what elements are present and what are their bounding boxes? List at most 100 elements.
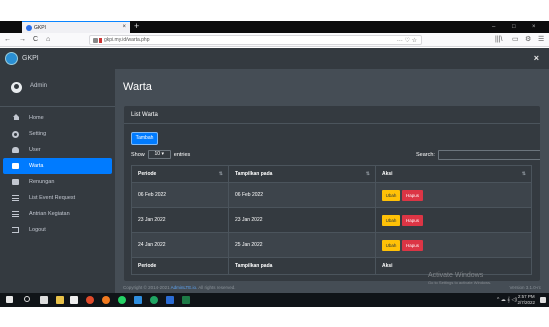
task-view-icon[interactable] (40, 296, 48, 304)
browser-icon[interactable] (102, 296, 110, 304)
cell-periode: 24 Jan 2022 (131, 232, 229, 258)
app-header: GKPI × (0, 48, 549, 69)
new-tab-button[interactable]: + (134, 21, 139, 32)
brand-text[interactable]: GKPI (22, 48, 39, 69)
user-panel: Admin (0, 69, 115, 107)
tab-close-icon[interactable]: × (122, 24, 126, 30)
tracking-shield-icon[interactable] (99, 38, 102, 43)
system-tray[interactable]: ^ ☁ 𝄞 ◁) (497, 293, 517, 307)
footer-link[interactable]: AdminLTE.io. (171, 285, 198, 290)
cell-tampil: 23 Jan 2022 (228, 207, 376, 233)
tab-title: GKPI (34, 24, 46, 31)
delete-button[interactable]: Hapus (402, 214, 423, 226)
sidebar-item-label: Logout (29, 227, 46, 233)
avatar (11, 82, 22, 93)
column-header-tampilkan-pada[interactable]: Tampilkan pada ⇅ (228, 165, 376, 183)
delete-button[interactable]: Hapus (402, 189, 423, 201)
forward-icon[interactable]: → (19, 34, 26, 46)
cell-tampil: 06 Feb 2022 (228, 182, 376, 208)
table-row: 06 Feb 2022 06 Feb 2022 Ubah Hapus (131, 182, 532, 208)
sidebar-item-logout[interactable]: Logout (3, 222, 112, 238)
maximize-icon[interactable]: □ (512, 21, 516, 33)
add-button[interactable]: Tambah (131, 132, 158, 145)
screen: GKPI × + – □ × ← → C ⌂ gkpi.my.id/warta.… (0, 0, 549, 327)
notification-icon[interactable] (540, 297, 546, 303)
footer-header-periode: Periode (131, 257, 229, 275)
extension-icon[interactable]: ⚙ (525, 34, 531, 46)
sidebar-item-warta[interactable]: Warta (3, 158, 112, 174)
file-explorer-icon[interactable] (56, 296, 64, 304)
search-label: Search: (416, 152, 435, 158)
book-icon (12, 179, 19, 185)
edit-button[interactable]: Ubah (382, 214, 400, 226)
search-icon[interactable] (24, 296, 30, 302)
brand-logo-icon[interactable] (5, 52, 18, 65)
whatsapp-icon[interactable] (118, 296, 126, 304)
back-icon[interactable]: ← (4, 34, 11, 46)
cell-aksi: Ubah Hapus (375, 207, 532, 233)
sidebar-item-label: Home (29, 115, 44, 121)
table-header-row: Periode ⇅ Tampilkan pada ⇅ Aksi ⇅ (131, 165, 532, 183)
excel-icon[interactable] (182, 296, 190, 304)
browser-tab[interactable]: GKPI × (22, 21, 130, 33)
chrome-icon[interactable] (150, 296, 158, 304)
delete-button[interactable]: Hapus (402, 239, 423, 251)
menu-icon[interactable]: ☰ (538, 34, 544, 46)
logout-icon (12, 227, 19, 233)
store-icon[interactable] (70, 296, 78, 304)
warta-card: List Warta Tambah Show 10 ▾ entries Sear… (124, 106, 540, 281)
window-close-icon[interactable]: × (532, 21, 536, 33)
url-bar[interactable]: gkpi.my.id/warta.php ··· ♡ ☆ (89, 35, 422, 45)
header-close-icon[interactable]: × (534, 48, 539, 69)
url-actions[interactable]: ··· ♡ ☆ (397, 37, 417, 44)
url-text: gkpi.my.id/warta.php (104, 37, 150, 43)
cell-tampil: 25 Jan 2022 (228, 232, 376, 258)
site-favicon-icon (26, 25, 32, 31)
table-row: 24 Jan 2022 25 Jan 2022 Ubah Hapus (131, 232, 532, 258)
entries-label: entries (173, 151, 191, 158)
sort-icon[interactable]: ⇅ (219, 166, 223, 183)
warta-table: Periode ⇅ Tampilkan pada ⇅ Aksi ⇅ 06 Feb 20… (131, 165, 532, 275)
firefox-icon[interactable] (86, 296, 94, 304)
sidebar-item-home[interactable]: Home (3, 110, 112, 126)
sidebar-item-label: Renungan (29, 179, 55, 185)
footer-header-tampilkan-pada: Tampilkan pada (228, 257, 376, 275)
app-icon[interactable] (134, 296, 142, 304)
home-icon-base (14, 117, 19, 120)
sidebar-item-setting[interactable]: Setting (3, 126, 112, 142)
minimize-icon[interactable]: – (492, 21, 495, 33)
windows-start-icon[interactable] (6, 296, 13, 303)
search-input[interactable] (437, 150, 540, 160)
search-control: Search: (416, 150, 540, 160)
taskbar-clock[interactable]: 2:57 PM 2/7/2022 (517, 294, 535, 306)
newspaper-icon (12, 163, 19, 169)
word-icon[interactable] (166, 296, 174, 304)
library-icon[interactable]: |||\ (495, 34, 502, 46)
sidebar-item-user[interactable]: User (3, 142, 112, 158)
sort-icon[interactable]: ⇅ (522, 166, 526, 183)
user-name[interactable]: Admin (30, 83, 47, 89)
sidebar-item-list-event-request[interactable]: List Event Request (3, 190, 112, 206)
entries-select[interactable]: 10 ▾ (147, 150, 171, 159)
cell-periode: 06 Feb 2022 (131, 182, 229, 208)
column-header-aksi[interactable]: Aksi ⇅ (375, 165, 532, 183)
activate-windows-watermark: Activate Windows Go to Settings to activ… (428, 272, 492, 285)
sidebar-toggle-icon[interactable]: ▭ (512, 34, 519, 46)
sort-icon[interactable]: ⇅ (366, 166, 370, 183)
home-button-icon[interactable]: ⌂ (46, 34, 50, 46)
entries-value: 10 (154, 151, 161, 157)
edit-button[interactable]: Ubah (382, 189, 400, 201)
sidebar-item-label: Antrian Kegiatan (29, 211, 70, 217)
user-icon (12, 147, 19, 153)
browser-nav-bar: ← → C ⌂ gkpi.my.id/warta.php ··· ♡ ☆ |||… (0, 33, 549, 47)
sidebar-item-label: User (29, 147, 41, 153)
reload-icon[interactable]: C (33, 34, 38, 46)
show-label: Show (131, 151, 145, 158)
page-title: Warta (123, 81, 152, 93)
sidebar-item-renungan[interactable]: Renungan (3, 174, 112, 190)
column-header-periode[interactable]: Periode ⇅ (131, 165, 229, 183)
browser-tab-bar: GKPI × + – □ × (0, 21, 549, 33)
edit-button[interactable]: Ubah (382, 239, 400, 251)
list-icon (12, 195, 19, 201)
sidebar-item-antrian-kegiatan[interactable]: Antrian Kegiatan (3, 206, 112, 222)
